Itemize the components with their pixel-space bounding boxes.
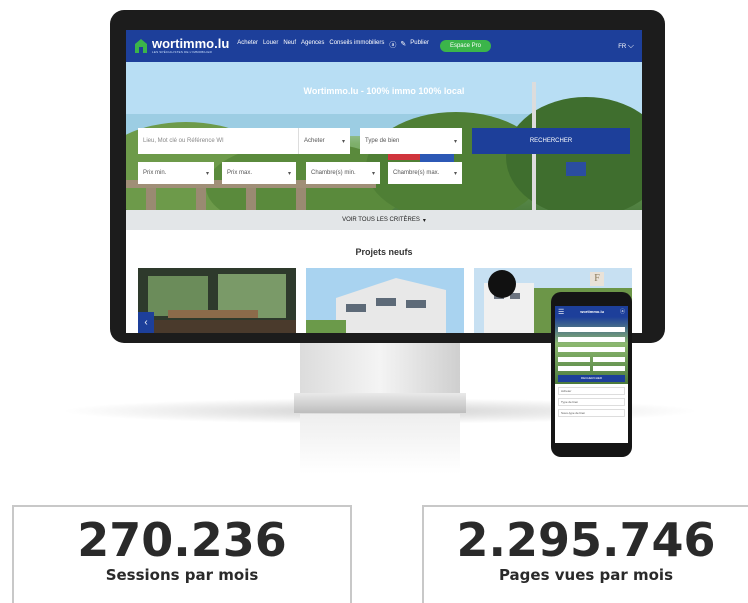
- caret-down-icon: ▾: [453, 138, 457, 145]
- hamburger-menu-icon[interactable]: ☰: [558, 308, 564, 316]
- nav-neuf[interactable]: Neuf: [283, 40, 296, 52]
- pageviews-label: Pages vues par mois: [498, 566, 674, 584]
- card-badge: F: [590, 272, 604, 286]
- mobile-filter-label: Acheter: [561, 389, 572, 393]
- all-criteria-toggle[interactable]: VOIR TOUS LES CRITÈRES ▾: [126, 210, 642, 230]
- section-title: Projets neufs: [355, 247, 413, 257]
- mobile-filter-label: Type de bien: [561, 400, 579, 404]
- language-selector[interactable]: FR ⌵: [618, 41, 634, 51]
- search-button[interactable]: RECHERCHER: [472, 128, 630, 154]
- pencil-icon: ✎: [400, 41, 407, 48]
- user-icon[interactable]: ⓐ: [389, 40, 396, 52]
- mobile-type-select[interactable]: [558, 347, 625, 352]
- mobile-header: ☰ wortimmo.lu ⓐ: [555, 306, 628, 317]
- sessions-label: Sessions par mois: [105, 566, 259, 584]
- user-icon[interactable]: ⓐ: [620, 308, 625, 315]
- pageviews-value: 2.295.746: [456, 513, 716, 567]
- project-card[interactable]: ‹: [138, 268, 296, 333]
- caret-down-icon: ▾: [371, 170, 375, 177]
- mobile-hero: RECHERCHER: [555, 317, 628, 384]
- hero-banner: Wortimmo.lu - 100% immo 100% local Lieu,…: [126, 62, 642, 210]
- espace-pro-button[interactable]: Espace Pro: [439, 40, 491, 52]
- mobile-phone: ☰ wortimmo.lu ⓐ RECHERCHER Acheter Type …: [551, 292, 632, 457]
- rooms-max-select[interactable]: Chambre(s) max. ▾: [388, 162, 462, 184]
- mobile-rooms-min-select[interactable]: [558, 366, 590, 371]
- caret-down-icon: ▾: [422, 217, 426, 224]
- mobile-location-input[interactable]: [558, 327, 625, 332]
- house-logo-icon: [135, 39, 147, 53]
- location-placeholder: Lieu, Mot clé ou Référence WI: [143, 138, 224, 144]
- rooms-min-select[interactable]: Chambre(s) min. ▾: [306, 162, 380, 184]
- nav-acheter[interactable]: Acheter: [237, 40, 258, 52]
- nav-agences[interactable]: Agences: [301, 40, 324, 52]
- chevron-down-icon: ⌵: [627, 41, 634, 50]
- nav-louer[interactable]: Louer: [263, 40, 278, 52]
- location-search-input[interactable]: Lieu, Mot clé ou Référence WI: [138, 128, 298, 154]
- all-criteria-label: VOIR TOUS LES CRITÈRES: [342, 217, 420, 223]
- project-image-interior: [138, 268, 296, 333]
- desktop-screen: wortimmo.lu LES SPÉCIALISTES DE L'IMMOBI…: [126, 30, 642, 333]
- transaction-value: Acheter: [304, 138, 325, 144]
- monitor-stand-base: [294, 393, 466, 413]
- mobile-transaction-select[interactable]: [558, 337, 625, 342]
- mobile-search-button[interactable]: RECHERCHER: [558, 375, 625, 382]
- mobile-price-max-select[interactable]: [593, 357, 625, 362]
- price-max-select[interactable]: Prix max. ▾: [222, 162, 296, 184]
- property-type-value: Type de bien: [365, 138, 400, 144]
- price-min-label: Prix min.: [143, 170, 167, 176]
- rooms-max-label: Chambre(s) max.: [393, 170, 440, 176]
- price-min-select[interactable]: Prix min. ▾: [138, 162, 214, 184]
- mobile-filter-row[interactable]: Acheter: [558, 387, 625, 395]
- mobile-filter-row[interactable]: Type de bien: [558, 398, 625, 406]
- pageviews-stat: 2.295.746 Pages vues par mois: [422, 505, 748, 603]
- site-header: wortimmo.lu LES SPÉCIALISTES DE L'IMMOBI…: [126, 30, 642, 62]
- sessions-value: 270.236: [77, 513, 287, 567]
- logo-text: wortimmo.lu: [152, 36, 230, 51]
- rooms-min-label: Chambre(s) min.: [311, 170, 356, 176]
- caret-down-icon: ▾: [341, 138, 345, 145]
- stand-reflection: [300, 414, 460, 474]
- caret-down-icon: ▾: [453, 170, 457, 177]
- mobile-rooms-max-select[interactable]: [593, 366, 625, 371]
- carousel-prev-icon[interactable]: ‹: [138, 312, 154, 333]
- transaction-select[interactable]: Acheter ▾: [298, 128, 350, 154]
- mobile-price-min-select[interactable]: [558, 357, 590, 362]
- mobile-filter-label: Sous-type de bien: [561, 411, 586, 415]
- site-logo[interactable]: wortimmo.lu LES SPÉCIALISTES DE L'IMMOBI…: [134, 36, 230, 54]
- hero-tagline: Wortimmo.lu - 100% immo 100% local: [303, 86, 465, 96]
- sessions-stat: 270.236 Sessions par mois: [12, 505, 352, 603]
- caret-down-icon: ▾: [205, 170, 209, 177]
- nav-publier[interactable]: Publier: [410, 40, 429, 52]
- mobile-screen: ☰ wortimmo.lu ⓐ RECHERCHER Acheter Type …: [555, 306, 628, 443]
- project-image-building: [306, 268, 464, 333]
- caret-down-icon: ▾: [287, 170, 291, 177]
- project-card[interactable]: [306, 268, 464, 333]
- property-type-select[interactable]: Type de bien ▾: [360, 128, 462, 154]
- price-max-label: Prix max.: [227, 170, 253, 176]
- mobile-logo[interactable]: wortimmo.lu: [580, 309, 604, 314]
- main-nav: Acheter Louer Neuf Agences Conseils immo…: [237, 40, 491, 52]
- mobile-filter-row[interactable]: Sous-type de bien: [558, 409, 625, 417]
- nav-conseils[interactable]: Conseils immobiliers: [329, 40, 384, 52]
- language-label: FR: [618, 44, 627, 50]
